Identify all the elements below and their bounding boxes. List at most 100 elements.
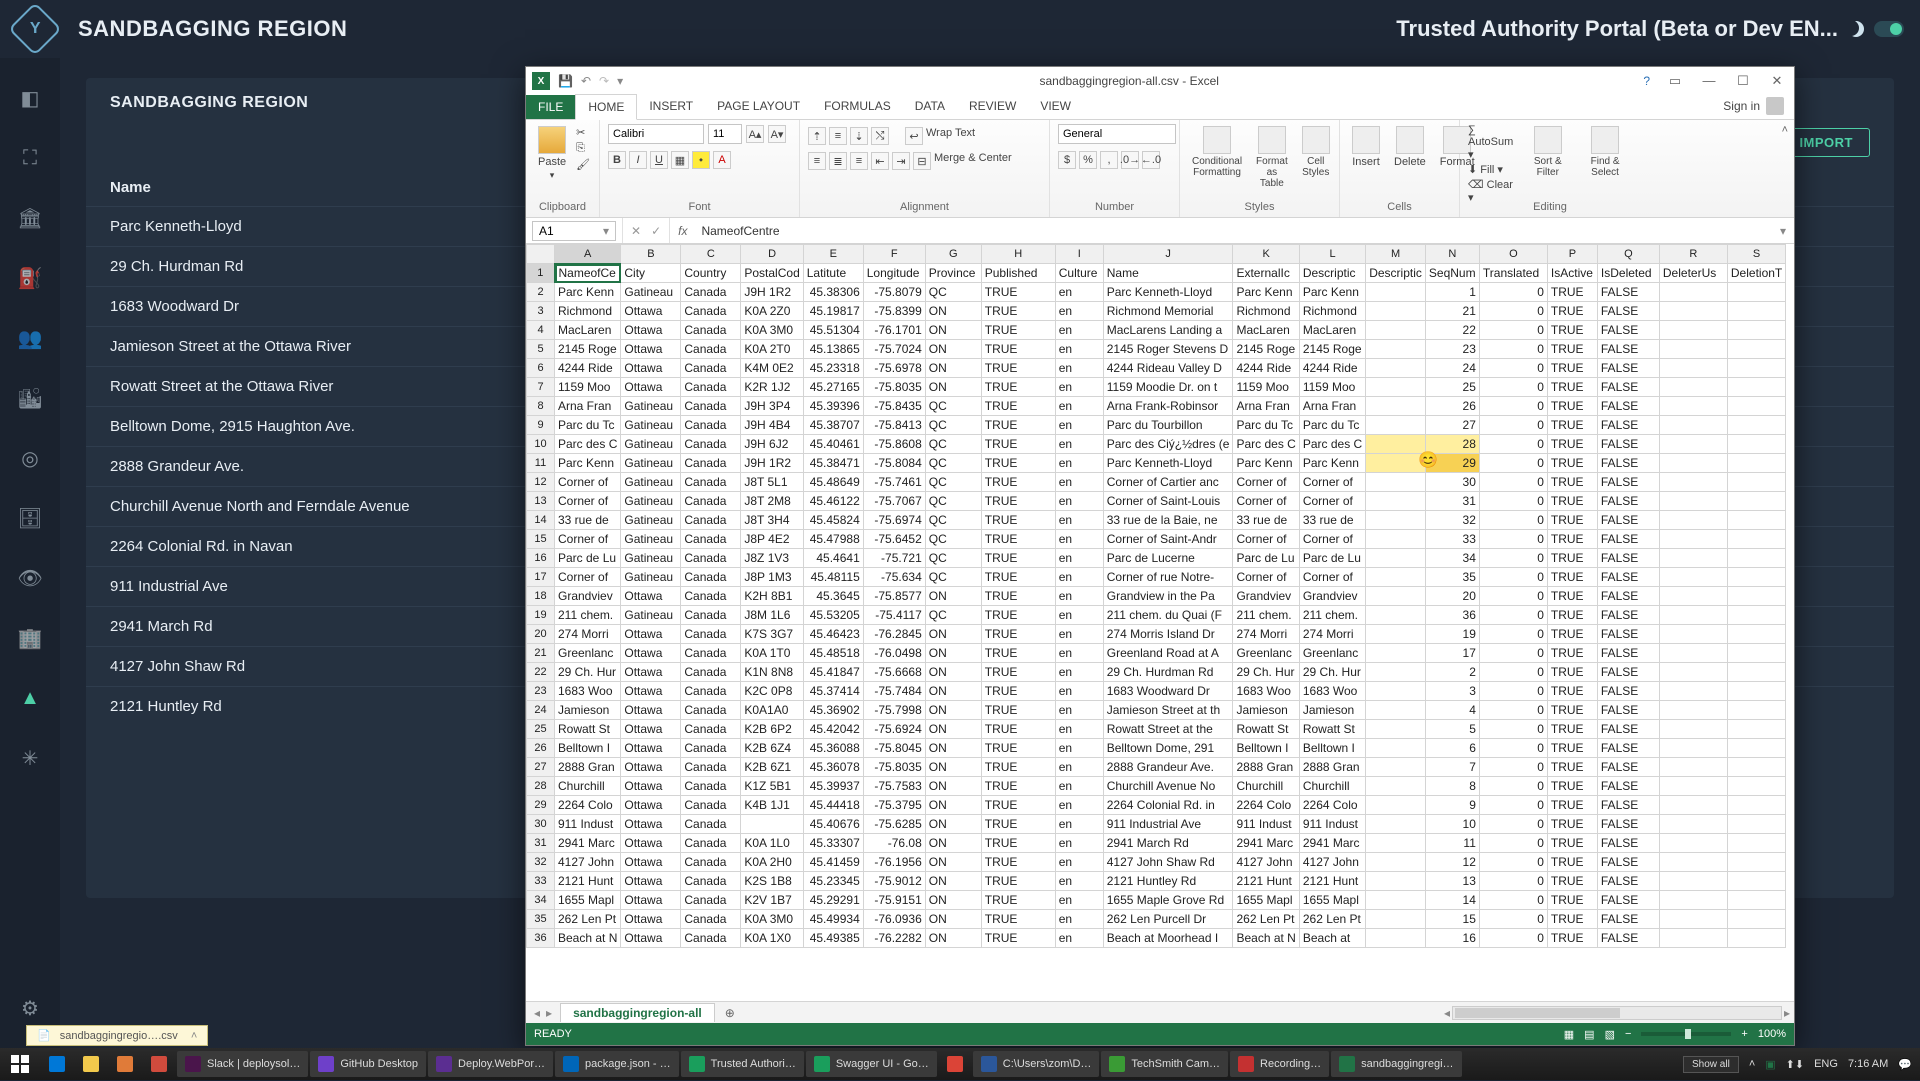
taskbar-item[interactable]: Slack | deploysol… [177, 1051, 308, 1077]
cell[interactable]: K0A 2H0 [741, 853, 803, 872]
signin-link[interactable]: Sign in [1723, 99, 1760, 113]
cell[interactable]: Published [981, 264, 1055, 283]
cell[interactable]: 0 [1479, 492, 1547, 511]
cell[interactable]: -76.2282 [863, 929, 925, 948]
cell[interactable]: 1683 Woo [1233, 682, 1299, 701]
cell[interactable]: 34 [1425, 549, 1479, 568]
cell[interactable]: en [1055, 625, 1103, 644]
cell[interactable]: 45.4641 [803, 549, 863, 568]
row-header[interactable]: 34 [527, 891, 555, 910]
cell[interactable] [1727, 815, 1785, 834]
cell[interactable]: K0A1A0 [741, 701, 803, 720]
cell[interactable]: Rowatt St [555, 720, 621, 739]
cell[interactable] [1659, 625, 1727, 644]
grow-font-icon[interactable]: A▴ [746, 125, 764, 143]
cell[interactable]: QC [925, 397, 981, 416]
cell[interactable]: 4244 Ride [1233, 359, 1299, 378]
cell[interactable]: Canada [681, 416, 741, 435]
cell[interactable]: ON [925, 891, 981, 910]
row-header[interactable]: 10 [527, 435, 555, 454]
cell[interactable]: 2264 Colo [1299, 796, 1365, 815]
cell[interactable]: FALSE [1597, 340, 1659, 359]
cell[interactable]: TRUE [1547, 473, 1597, 492]
cell[interactable]: Corner of [1233, 530, 1299, 549]
cell[interactable]: 0 [1479, 720, 1547, 739]
cell[interactable]: en [1055, 796, 1103, 815]
cell[interactable]: FALSE [1597, 359, 1659, 378]
col-header[interactable]: H [981, 245, 1055, 264]
row-header[interactable]: 25 [527, 720, 555, 739]
cell[interactable]: Canada [681, 359, 741, 378]
number-format-select[interactable] [1058, 124, 1176, 144]
cell[interactable]: 45.48115 [803, 568, 863, 587]
cell[interactable]: Canada [681, 853, 741, 872]
zoom-level[interactable]: 100% [1758, 1028, 1786, 1040]
cell[interactable]: Canada [681, 340, 741, 359]
cell[interactable]: 2264 Colo [1233, 796, 1299, 815]
taskbar-item[interactable] [143, 1051, 175, 1077]
cell[interactable]: Canada [681, 454, 741, 473]
cell[interactable]: ON [925, 682, 981, 701]
cell[interactable]: K2R 1J2 [741, 378, 803, 397]
cell[interactable]: Canada [681, 435, 741, 454]
row-header[interactable]: 1 [527, 264, 555, 283]
cell[interactable]: K0A 3M0 [741, 910, 803, 929]
cell[interactable]: Canada [681, 587, 741, 606]
cell[interactable]: 0 [1479, 473, 1547, 492]
cell[interactable]: K0A 3M0 [741, 321, 803, 340]
cell[interactable]: QC [925, 568, 981, 587]
cell[interactable]: Province [925, 264, 981, 283]
cell[interactable]: 1683 Woo [1299, 682, 1365, 701]
cell[interactable] [1659, 378, 1727, 397]
cell[interactable] [1727, 492, 1785, 511]
cell[interactable] [1727, 568, 1785, 587]
cell[interactable]: Ottawa [621, 340, 681, 359]
cell[interactable]: 0 [1479, 302, 1547, 321]
tray-clock[interactable]: 7:16 AM [1848, 1058, 1888, 1070]
cell[interactable]: Canada [681, 834, 741, 853]
cell[interactable]: ExternalIc [1233, 264, 1299, 283]
cell[interactable]: 4244 Ride [555, 359, 621, 378]
taskbar-item[interactable]: Deploy.WebPor… [428, 1051, 553, 1077]
cell[interactable]: 11 [1425, 834, 1479, 853]
cell[interactable]: J8Z 1V3 [741, 549, 803, 568]
cell[interactable]: 0 [1479, 682, 1547, 701]
cell[interactable]: FALSE [1597, 473, 1659, 492]
cell[interactable]: Gatineau [621, 492, 681, 511]
cell[interactable]: 22 [1425, 321, 1479, 340]
taskbar-item[interactable]: Trusted Authori… [681, 1051, 804, 1077]
align-mid-icon[interactable]: ≡ [829, 127, 847, 145]
cell[interactable]: ON [925, 872, 981, 891]
new-sheet-button[interactable]: ⊕ [715, 1006, 745, 1020]
cell[interactable]: Canada [681, 625, 741, 644]
cell[interactable]: TRUE [1547, 302, 1597, 321]
cell[interactable]: Canada [681, 378, 741, 397]
cell[interactable] [1659, 758, 1727, 777]
cell[interactable]: Arna Frank-Robinsor [1103, 397, 1233, 416]
col-header[interactable]: K [1233, 245, 1299, 264]
font-size-select[interactable] [708, 124, 742, 144]
qat-save-icon[interactable]: 💾 [558, 74, 573, 88]
cell[interactable]: TRUE [981, 929, 1055, 948]
cell[interactable]: Beach at N [555, 929, 621, 948]
cell[interactable]: Ottawa [621, 891, 681, 910]
cell[interactable]: Ottawa [621, 796, 681, 815]
nav-eye-icon[interactable]: 👁 [18, 566, 42, 590]
cell[interactable]: 45.36902 [803, 701, 863, 720]
col-header[interactable]: L [1299, 245, 1365, 264]
cell[interactable]: Ottawa [621, 777, 681, 796]
name-box[interactable]: A1▾ [532, 221, 616, 241]
cell[interactable]: Ottawa [621, 663, 681, 682]
cell[interactable]: Beach at Moorhead I [1103, 929, 1233, 948]
cell[interactable]: TRUE [981, 378, 1055, 397]
cell[interactable] [1659, 606, 1727, 625]
cell[interactable]: 2941 Marc [555, 834, 621, 853]
cell[interactable] [1366, 321, 1426, 340]
cell[interactable]: Latitute [803, 264, 863, 283]
enter-formula-icon[interactable]: ✓ [651, 224, 661, 238]
cell[interactable]: J8P 4E2 [741, 530, 803, 549]
insert-cells-button[interactable]: Insert [1348, 124, 1384, 170]
cell[interactable]: ON [925, 777, 981, 796]
cell[interactable]: 45.38306 [803, 283, 863, 302]
cell[interactable] [1366, 587, 1426, 606]
